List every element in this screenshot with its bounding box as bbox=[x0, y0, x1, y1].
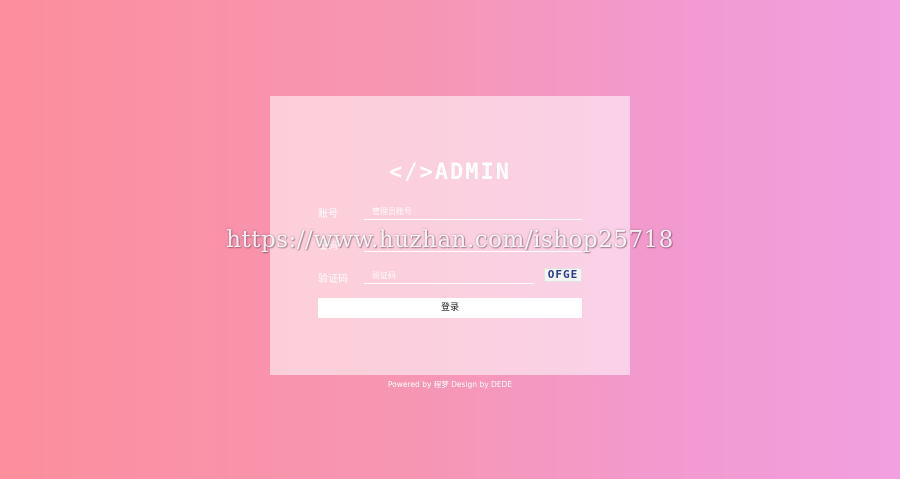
password-label: 密码 bbox=[318, 241, 338, 252]
footer-credits: Powered by 程梦 Design by DEDE bbox=[387, 380, 513, 389]
admin-logo: </>ADMIN bbox=[389, 160, 511, 185]
captcha-input[interactable] bbox=[364, 268, 534, 284]
password-input[interactable] bbox=[364, 236, 582, 252]
account-label: 账号 bbox=[318, 209, 338, 220]
captcha-image[interactable]: OFGE bbox=[544, 268, 582, 282]
account-input[interactable] bbox=[364, 204, 582, 220]
captcha-label: 验证码 bbox=[318, 274, 348, 285]
login-button[interactable]: 登录 bbox=[318, 298, 582, 318]
